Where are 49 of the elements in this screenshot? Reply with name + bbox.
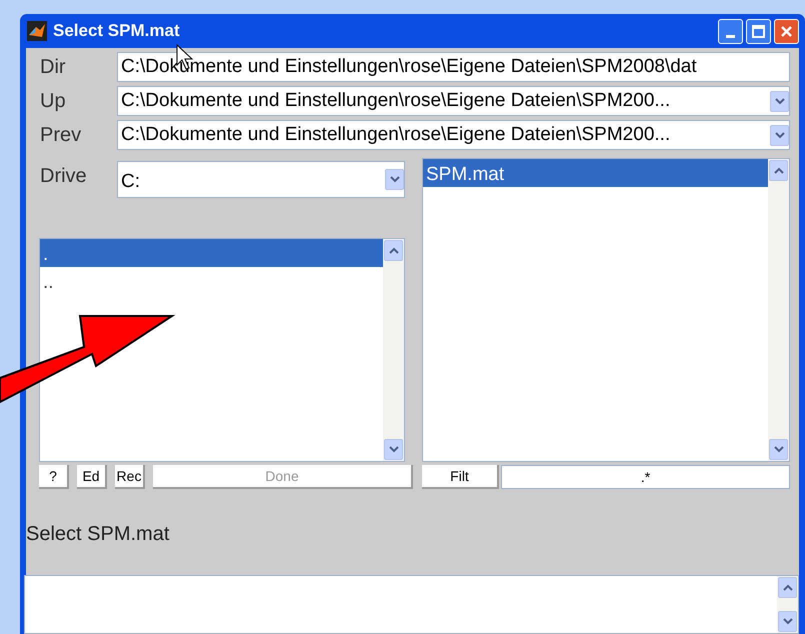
maximize-icon xyxy=(752,24,765,38)
scroll-up-button[interactable] xyxy=(769,160,788,181)
dropdown-button[interactable] xyxy=(770,90,789,112)
chevron-down-icon xyxy=(774,98,784,104)
dropdown-value: C:\Dokumente und Einstellungen\rose\Eigene Dateien\SPM200... xyxy=(120,88,672,113)
scroll-up-button[interactable] xyxy=(384,240,403,261)
chevron-down-icon xyxy=(390,176,400,183)
dropdown-button[interactable] xyxy=(770,124,789,146)
chevron-up-icon xyxy=(782,584,792,591)
field-label: Dir xyxy=(40,55,67,80)
push-button[interactable]: Ed xyxy=(77,465,107,489)
list-item[interactable]: . xyxy=(40,239,383,267)
scroll-down-button[interactable] xyxy=(778,611,797,632)
path-dropdown[interactable]: C:\Dokumente und Einstellungen\rose\Eigene Dateien\SPM200... xyxy=(117,86,790,116)
prompt-text: Select SPM.mat xyxy=(26,522,170,547)
filter-button[interactable]: Filt xyxy=(422,465,499,489)
drive-dropdown[interactable]: C: xyxy=(117,161,405,198)
filter-field[interactable]: .* xyxy=(501,465,790,489)
push-button[interactable]: Rec xyxy=(115,465,145,489)
field-label: Prev xyxy=(40,123,82,148)
dropdown-value: C: xyxy=(120,170,141,194)
chevron-down-icon xyxy=(388,446,398,453)
minimize-button[interactable] xyxy=(718,18,743,44)
scroll-up-button[interactable] xyxy=(778,577,797,598)
chevron-up-icon xyxy=(388,247,398,254)
list-item[interactable]: SPM.mat xyxy=(423,159,768,187)
chevron-down-icon xyxy=(782,618,792,625)
field-label: Drive xyxy=(39,164,88,189)
chevron-down-icon xyxy=(774,132,784,138)
scrollbar[interactable] xyxy=(777,576,798,633)
peak-icon xyxy=(27,21,47,41)
scrollbar[interactable] xyxy=(768,159,789,461)
chevron-up-icon xyxy=(774,167,784,174)
path-dropdown[interactable]: C:\Dokumente und Einstellungen\rose\Eigene Dateien\SPM200... xyxy=(117,120,790,150)
scroll-down-button[interactable] xyxy=(769,439,788,460)
push-button[interactable]: ? xyxy=(39,465,69,489)
close-button[interactable] xyxy=(774,18,799,44)
close-icon xyxy=(780,24,793,38)
window-title: Select SPM.mat xyxy=(53,20,180,42)
scrollbar[interactable] xyxy=(383,239,404,461)
maximize-button[interactable] xyxy=(746,18,771,44)
chevron-down-icon xyxy=(774,446,784,453)
list-item[interactable]: .. xyxy=(40,267,383,295)
dropdown-button[interactable] xyxy=(385,169,404,190)
minimize-icon xyxy=(726,34,735,38)
field-label: Up xyxy=(40,89,67,114)
dropdown-value: C:\Dokumente und Einstellungen\rose\Eigene Dateien\SPM200... xyxy=(120,122,672,147)
scroll-down-button[interactable] xyxy=(384,439,403,460)
path-field[interactable]: C:\Dokumente und Einstellungen\rose\Eigene Dateien\SPM2008\dat xyxy=(117,52,790,82)
